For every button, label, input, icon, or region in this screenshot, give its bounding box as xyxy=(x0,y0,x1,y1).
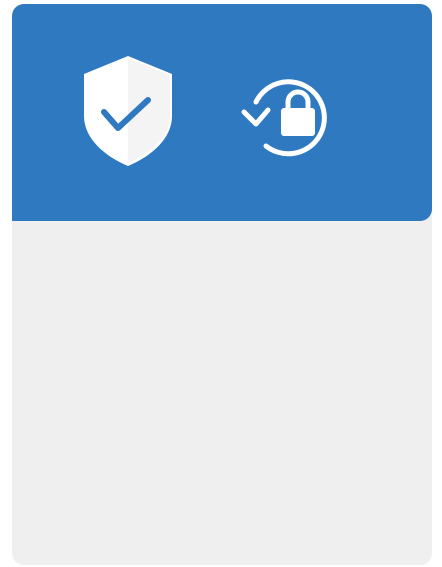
card-body xyxy=(12,221,432,565)
restore-lock-icon xyxy=(226,62,338,166)
card-header xyxy=(12,4,432,221)
shield-check-icon xyxy=(84,56,172,166)
security-card xyxy=(12,4,432,565)
